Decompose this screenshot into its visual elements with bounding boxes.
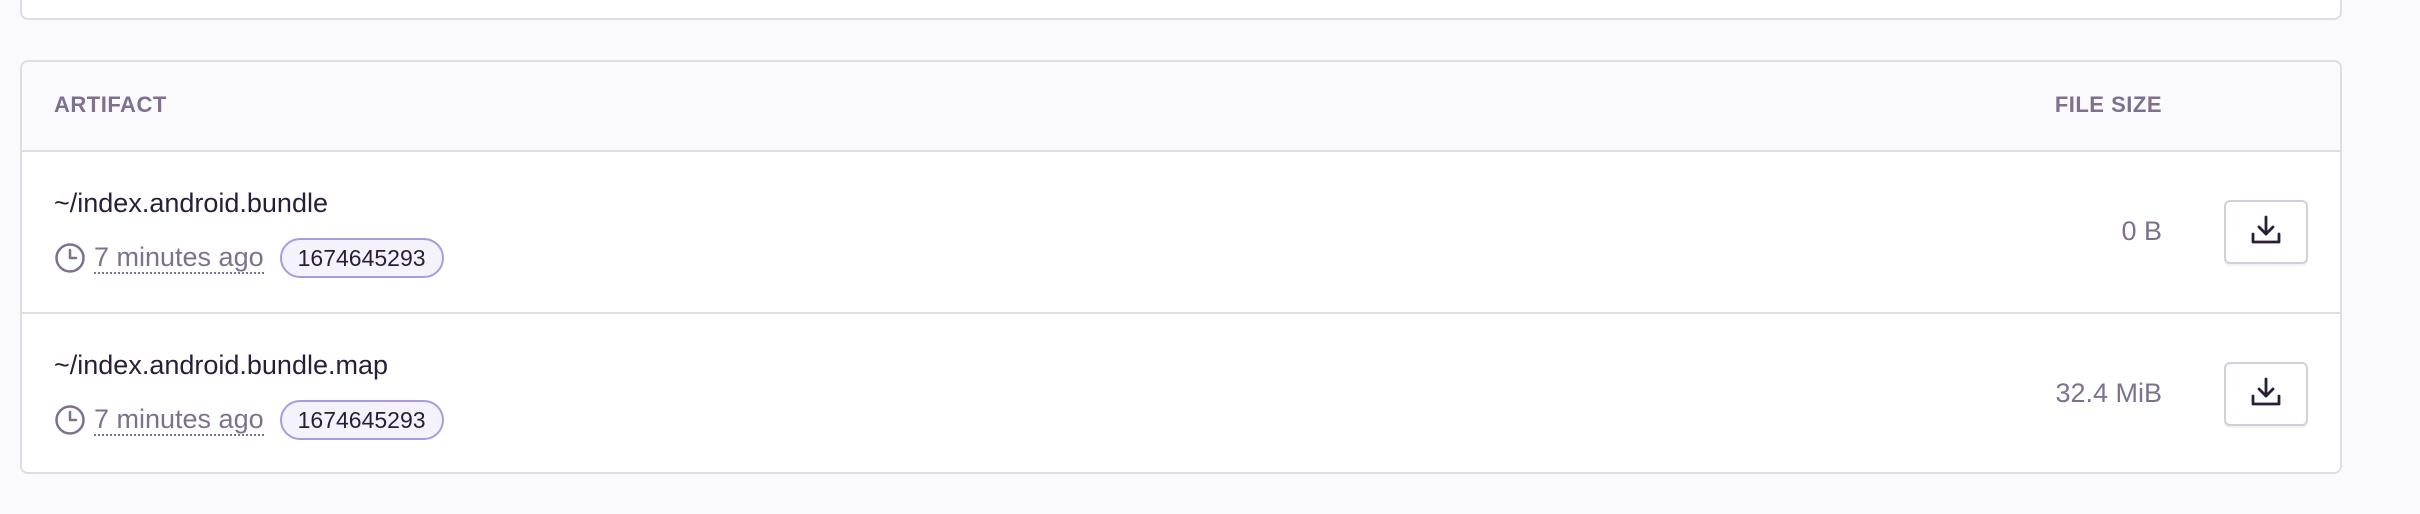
- artifacts-panel: ARTIFACT FILE SIZE ~/index.android.bundl…: [20, 60, 2342, 474]
- file-size-column-header: FILE SIZE: [2054, 92, 2162, 117]
- download-icon: [2249, 375, 2283, 414]
- table-header: ARTIFACT FILE SIZE: [22, 62, 2340, 152]
- clock-icon: [54, 404, 86, 436]
- build-tag: 1674645293: [279, 400, 444, 440]
- table-row: ~/index.android.bundle 7 minutes ago 167…: [22, 152, 2340, 312]
- artifact-meta: 7 minutes ago 1674645293: [54, 238, 444, 278]
- table-row: ~/index.android.bundle.map 7 minutes ago…: [22, 312, 2340, 472]
- download-button[interactable]: [2224, 200, 2308, 264]
- build-tag: 1674645293: [279, 238, 444, 278]
- clock-icon: [54, 242, 86, 274]
- file-size: 0 B: [2121, 216, 2162, 246]
- artifact-meta: 7 minutes ago 1674645293: [54, 400, 444, 440]
- artifact-name: ~/index.android.bundle: [54, 188, 328, 218]
- file-size: 32.4 MiB: [2055, 378, 2162, 408]
- download-icon: [2249, 213, 2283, 252]
- artifact-name: ~/index.android.bundle.map: [54, 350, 388, 380]
- download-button[interactable]: [2224, 362, 2308, 426]
- relative-time[interactable]: 7 minutes ago: [94, 242, 264, 274]
- previous-panel: [20, 0, 2342, 20]
- artifact-column-header: ARTIFACT: [54, 92, 167, 117]
- relative-time[interactable]: 7 minutes ago: [94, 404, 264, 436]
